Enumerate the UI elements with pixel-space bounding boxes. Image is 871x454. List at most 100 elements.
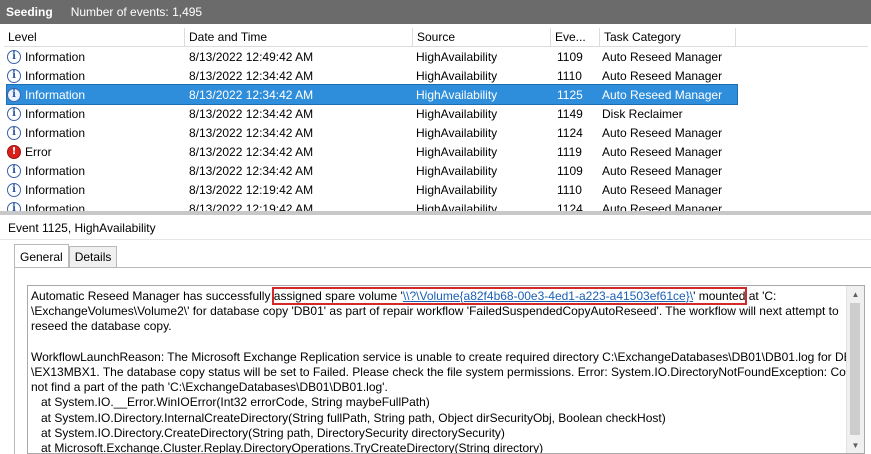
scroll-down-icon[interactable]: ▼: [847, 437, 864, 453]
info-icon: i: [7, 182, 21, 197]
level-cell: i Information: [7, 68, 185, 83]
tab-general[interactable]: General: [14, 244, 69, 267]
info-icon: i: [7, 125, 21, 140]
source-cell: HighAvailability: [416, 144, 498, 159]
table-row[interactable]: i Information 8/13/2022 12:34:42 AM HighAva…: [7, 123, 737, 142]
task-category-cell: Auto Reseed Manager: [602, 68, 723, 83]
info-icon: i: [7, 68, 21, 83]
level-text: Information: [25, 163, 86, 178]
date-cell: 8/13/2022 12:19:42 AM: [189, 182, 314, 197]
pane-splitter[interactable]: [0, 211, 871, 215]
info-icon: i: [7, 163, 21, 178]
event-id-cell: 1119: [557, 144, 582, 159]
level-text: Error: [25, 144, 52, 159]
grid-header: Level Date and Time Source Eve... Task C…: [4, 28, 868, 47]
event-id-cell: 1149: [557, 106, 583, 121]
column-header-source[interactable]: Source: [413, 28, 551, 46]
column-header-date[interactable]: Date and Time: [185, 28, 413, 46]
message-line-7: not find a part of the path 'C:\Exchange…: [31, 380, 388, 395]
level-text: Information: [25, 68, 86, 83]
scroll-thumb[interactable]: [850, 303, 860, 435]
task-category-cell: Auto Reseed Manager: [602, 144, 723, 159]
highlight-post: ' mounted: [693, 289, 746, 303]
level-cell: i Information: [7, 49, 185, 64]
log-title: Seeding: [6, 5, 53, 19]
date-cell: 8/13/2022 12:49:42 AM: [189, 49, 314, 64]
event-count: Number of events: 1,495: [70, 5, 203, 19]
task-category-cell: Auto Reseed Manager: [602, 125, 723, 140]
task-category-cell: Disk Reclaimer: [602, 106, 683, 121]
level-cell: i Information: [7, 163, 185, 178]
scroll-up-icon[interactable]: ▲: [847, 286, 864, 302]
info-icon: i: [7, 49, 21, 64]
table-row[interactable]: i Information 8/13/2022 12:19:42 AM HighAva…: [7, 180, 737, 199]
event-message-text: Automatic Reseed Manager has successfull…: [31, 287, 864, 454]
event-id-cell: 1110: [557, 68, 582, 83]
column-header-filler: [736, 28, 868, 46]
message-line-1-post: at 'C:: [745, 289, 777, 303]
message-line-3: reseed the database copy.: [31, 319, 172, 334]
volume-link[interactable]: \\?\Volume{a82f4b68-00e3-4ed1-a223-a4150…: [403, 289, 693, 303]
source-cell: HighAvailability: [416, 87, 498, 102]
highlight-pre: assigned spare volume ': [273, 289, 403, 303]
task-category-cell: Auto Reseed Manager: [602, 182, 723, 197]
task-category-cell: Auto Reseed Manager: [602, 87, 723, 102]
task-category-cell: Auto Reseed Manager: [602, 49, 723, 64]
message-line-5: WorkflowLaunchReason: The Microsoft Exch…: [31, 349, 865, 364]
error-icon: !: [7, 144, 21, 159]
table-row[interactable]: ! Error 8/13/2022 12:34:42 AM HighAvailabil…: [7, 142, 737, 161]
level-text: Information: [25, 87, 86, 102]
info-icon: i: [7, 106, 21, 121]
date-cell: 8/13/2022 12:34:42 AM: [189, 87, 314, 102]
source-cell: HighAvailability: [416, 125, 498, 140]
event-detail-title: Event 1125, HighAvailability: [8, 221, 156, 235]
message-line-2: \ExchangeVolumes\Volume2\' for database …: [31, 304, 839, 319]
source-cell: HighAvailability: [416, 163, 498, 178]
column-header-level[interactable]: Level: [4, 28, 185, 46]
info-icon: i: [7, 87, 21, 102]
level-cell: i Information: [7, 125, 185, 140]
source-cell: HighAvailability: [416, 182, 498, 197]
source-cell: HighAvailability: [416, 49, 498, 64]
message-line-1-pre: Automatic Reseed Manager has successfull…: [31, 289, 274, 303]
event-id-cell: 1109: [557, 49, 583, 64]
table-row[interactable]: i Information 8/13/2022 12:34:42 AM HighAva…: [6, 84, 738, 105]
date-cell: 8/13/2022 12:34:42 AM: [189, 163, 314, 178]
tab-details[interactable]: Details: [68, 246, 118, 267]
level-text: Information: [25, 49, 86, 64]
table-row[interactable]: i Information 8/13/2022 12:34:42 AM HighAva…: [7, 104, 737, 123]
message-scrollbar[interactable]: ▲ ▼: [846, 286, 864, 453]
table-row[interactable]: i Information 8/13/2022 12:49:42 AM HighAva…: [7, 47, 737, 66]
event-id-cell: 1109: [557, 163, 583, 178]
event-rows: i Information 8/13/2022 12:49:42 AM HighAva…: [6, 47, 738, 214]
column-header-event-id[interactable]: Eve...: [551, 28, 600, 46]
message-line-6: \EX13MBX1. The database copy status will…: [31, 365, 862, 380]
level-cell: i Information: [7, 106, 185, 121]
detail-divider: [0, 239, 871, 240]
task-category-cell: Auto Reseed Manager: [602, 163, 723, 178]
date-cell: 8/13/2022 12:34:42 AM: [189, 125, 314, 140]
level-text: Information: [25, 106, 86, 121]
detail-tabs: General Details: [14, 244, 118, 268]
date-cell: 8/13/2022 12:34:42 AM: [189, 106, 314, 121]
message-line-10: at System.IO.Directory.CreateDirectory(S…: [31, 425, 505, 440]
table-row[interactable]: i Information 8/13/2022 12:34:42 AM HighAva…: [7, 66, 737, 85]
event-message-box[interactable]: Automatic Reseed Manager has successfull…: [27, 285, 865, 454]
level-cell: i Information: [7, 87, 185, 102]
event-id-cell: 1110: [557, 182, 582, 197]
level-cell: i Information: [7, 182, 185, 197]
source-cell: HighAvailability: [416, 106, 498, 121]
highlighted-volume-text: assigned spare volume '\\?\Volume{a82f4b…: [271, 287, 748, 305]
log-header-bar: Seeding Number of events: 1,495: [0, 0, 871, 24]
event-id-cell: 1124: [557, 125, 583, 140]
table-row[interactable]: i Information 8/13/2022 12:34:42 AM HighAva…: [7, 161, 737, 180]
column-header-task-category[interactable]: Task Category: [600, 28, 736, 46]
message-line-8: at System.IO.__Error.WinIOError(Int32 er…: [31, 395, 430, 410]
level-text: Information: [25, 125, 86, 140]
date-cell: 8/13/2022 12:34:42 AM: [189, 68, 314, 83]
event-grid: Level Date and Time Source Eve... Task C…: [0, 28, 871, 214]
event-id-cell: 1125: [557, 87, 583, 102]
message-line-9: at System.IO.Directory.InternalCreateDir…: [31, 410, 666, 425]
level-cell: ! Error: [7, 144, 185, 159]
message-line-11: at Microsoft.Exchange.Cluster.Replay.Dir…: [31, 441, 544, 454]
